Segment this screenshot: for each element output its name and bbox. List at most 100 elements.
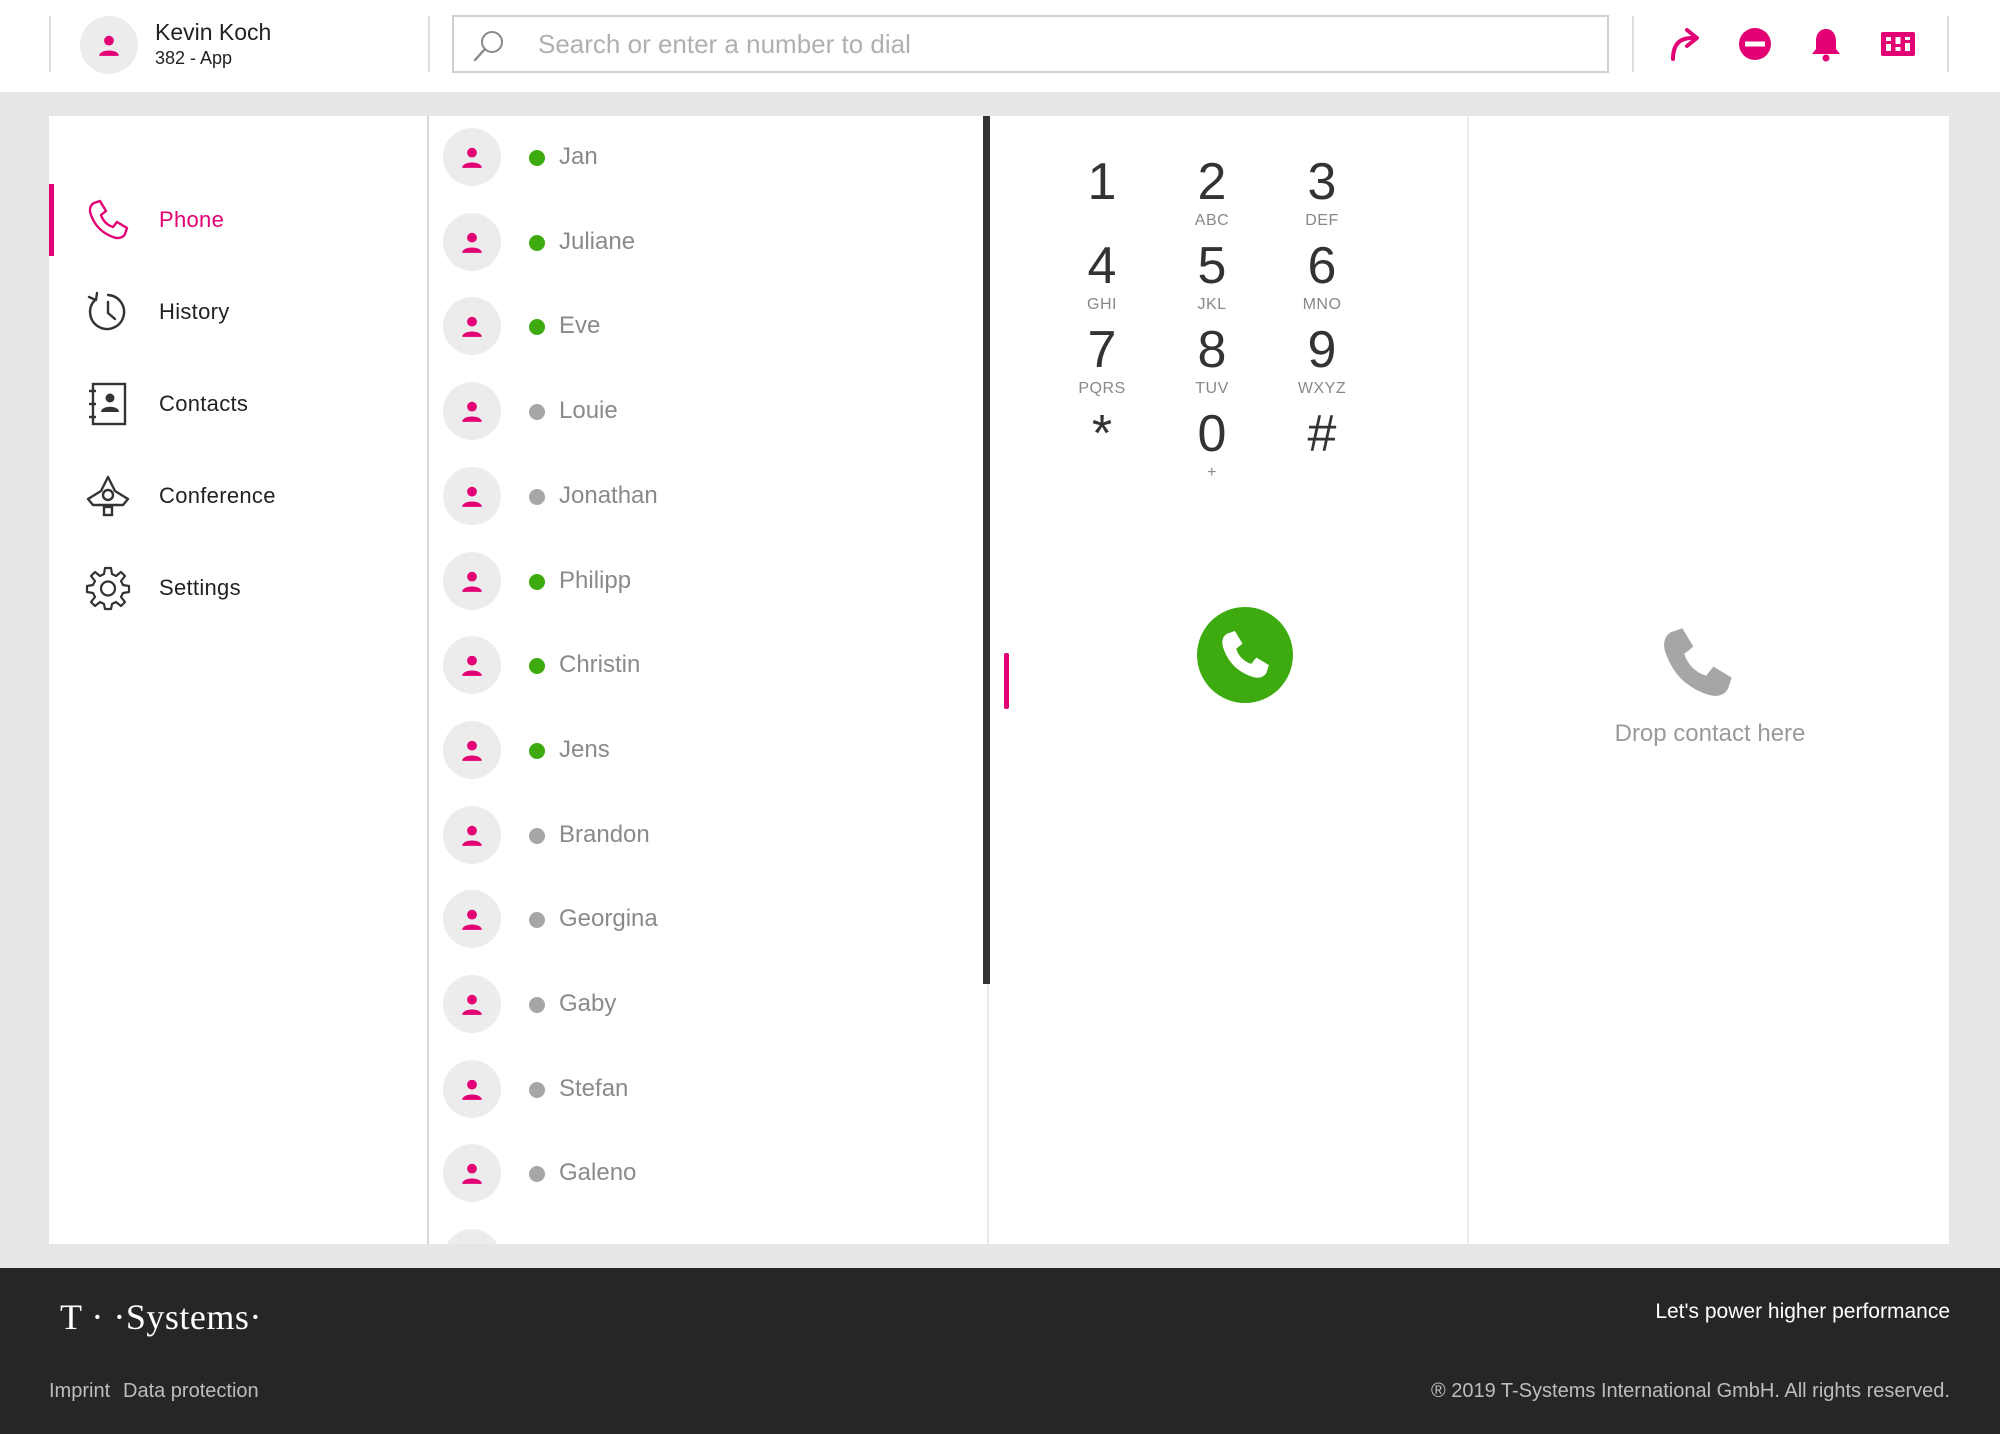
contact-row[interactable]: Jan [429, 116, 979, 200]
contact-avatar [443, 213, 501, 271]
presence-status-dot [529, 150, 545, 166]
sidebar-item-label: History [159, 299, 230, 324]
contact-row[interactable]: Georgina [429, 878, 979, 962]
contact-row[interactable]: Eve [429, 285, 979, 369]
key-digit: 7 [1087, 321, 1117, 379]
contact-name: Eve [559, 312, 601, 339]
dialpad-key[interactable]: 0 + [1157, 406, 1267, 506]
drop-zone[interactable]: Drop contact here [1471, 116, 1949, 1244]
contact-row[interactable]: Jens [429, 709, 979, 793]
person-icon [462, 740, 482, 761]
contact-row[interactable]: Brandon [429, 794, 979, 878]
presence-status-dot [529, 235, 545, 251]
sidebar-item-conference[interactable]: Conference [49, 450, 427, 542]
contact-name: Louie [559, 397, 618, 424]
contact-avatar [443, 1144, 501, 1202]
person-icon [462, 994, 482, 1015]
gear-icon [85, 566, 131, 611]
contact-row[interactable]: Philipp [429, 540, 979, 624]
sidebar-item-settings[interactable]: Settings [49, 542, 427, 634]
header-divider [428, 16, 430, 72]
person-icon [462, 401, 482, 422]
presence-status-dot [529, 1166, 545, 1182]
person-icon [462, 316, 482, 337]
presence-status-dot [529, 489, 545, 505]
contact-row[interactable]: Galeno [429, 1132, 979, 1216]
contacts-book-icon [89, 382, 127, 426]
presence-status-dot [529, 997, 545, 1013]
contact-avatar [443, 297, 501, 355]
contact-row[interactable]: Christin [429, 624, 979, 708]
user-avatar[interactable] [80, 16, 138, 74]
search-box[interactable] [452, 15, 1609, 73]
user-extension: 382 - App [155, 48, 233, 68]
presence-status-dot [529, 658, 545, 674]
slogan: Let's power higher performance [1655, 1300, 1950, 1323]
contact-avatar [443, 806, 501, 864]
contact-name: Georgina [559, 905, 658, 932]
person-icon [462, 1079, 482, 1100]
contact-row[interactable]: Louie [429, 370, 979, 454]
key-letters: WXYZ [1297, 380, 1347, 397]
notifications-button[interactable] [1806, 24, 1846, 64]
sidebar-item-history[interactable]: History [49, 266, 427, 358]
main-panel: Phone History Contacts Conference Settin… [49, 116, 1949, 1244]
data-protection-link[interactable]: Data protection [123, 1380, 259, 1403]
sidebar-item-phone[interactable]: Phone [49, 174, 427, 266]
presence-status-dot [529, 743, 545, 759]
key-letters: GHI [1087, 296, 1117, 313]
key-letters: + [1207, 464, 1217, 481]
contact-row[interactable]: Juliane [429, 201, 979, 285]
person-icon [462, 571, 482, 592]
dialpad-key[interactable]: # [1267, 406, 1377, 506]
presence-status-dot [529, 574, 545, 590]
contact-avatar [443, 1060, 501, 1118]
copyright: ® 2019 T-Systems International GmbH. All… [1430, 1380, 1950, 1402]
call-forward-icon [1671, 28, 1699, 61]
phone-icon [1664, 628, 1732, 696]
key-letters: TUV [1195, 380, 1229, 397]
contact-avatar [443, 636, 501, 694]
header-divider [1632, 16, 1634, 72]
apps-grid-icon [1881, 32, 1915, 56]
person-icon [462, 825, 482, 846]
conference-icon [86, 475, 130, 517]
do-not-disturb-button[interactable] [1735, 24, 1775, 64]
key-digit: # [1307, 405, 1337, 463]
apps-button[interactable] [1878, 24, 1918, 64]
search-input[interactable] [538, 17, 1588, 71]
contact-list-scrollbar[interactable] [983, 116, 990, 984]
presence-status-dot [529, 1082, 545, 1098]
key-digit: 2 [1197, 153, 1227, 211]
call-button[interactable] [1197, 607, 1293, 703]
contact-row[interactable] [429, 1217, 979, 1244]
presence-status-dot [529, 319, 545, 335]
contact-row[interactable]: Jonathan [429, 455, 979, 539]
dialpad-key[interactable]: * [1047, 406, 1157, 506]
contact-avatar [443, 975, 501, 1033]
person-icon [462, 909, 482, 930]
contact-name: Jan [559, 143, 598, 170]
search-icon [473, 31, 503, 62]
contact-avatar [443, 382, 501, 440]
panel-resize-handle[interactable] [1004, 653, 1009, 709]
header-divider [1947, 16, 1949, 72]
contact-list[interactable]: Jan Juliane Eve Louie Jonathan Philipp Christi… [429, 116, 989, 1244]
person-icon [462, 655, 482, 676]
footer: T · ·Systems· Let's power higher perform… [0, 1268, 2000, 1434]
key-digit: 5 [1197, 237, 1227, 295]
contact-name: Gaby [559, 990, 617, 1017]
imprint-link[interactable]: Imprint [49, 1380, 110, 1403]
contact-row[interactable]: Gaby [429, 963, 979, 1047]
sidebar-item-contacts[interactable]: Contacts [49, 358, 427, 450]
key-letters: PQRS [1078, 380, 1126, 397]
sidebar-item-label: Settings [159, 575, 241, 600]
brand-logo: T · ·Systems· [60, 1297, 262, 1337]
person-icon [462, 1163, 482, 1184]
contact-name: Jens [559, 736, 610, 763]
key-digit: 6 [1307, 237, 1337, 295]
contact-row[interactable]: Stefan [429, 1048, 979, 1132]
call-forward-button[interactable] [1664, 24, 1704, 64]
contact-name: Brandon [559, 821, 650, 848]
key-digit: 1 [1087, 153, 1117, 211]
